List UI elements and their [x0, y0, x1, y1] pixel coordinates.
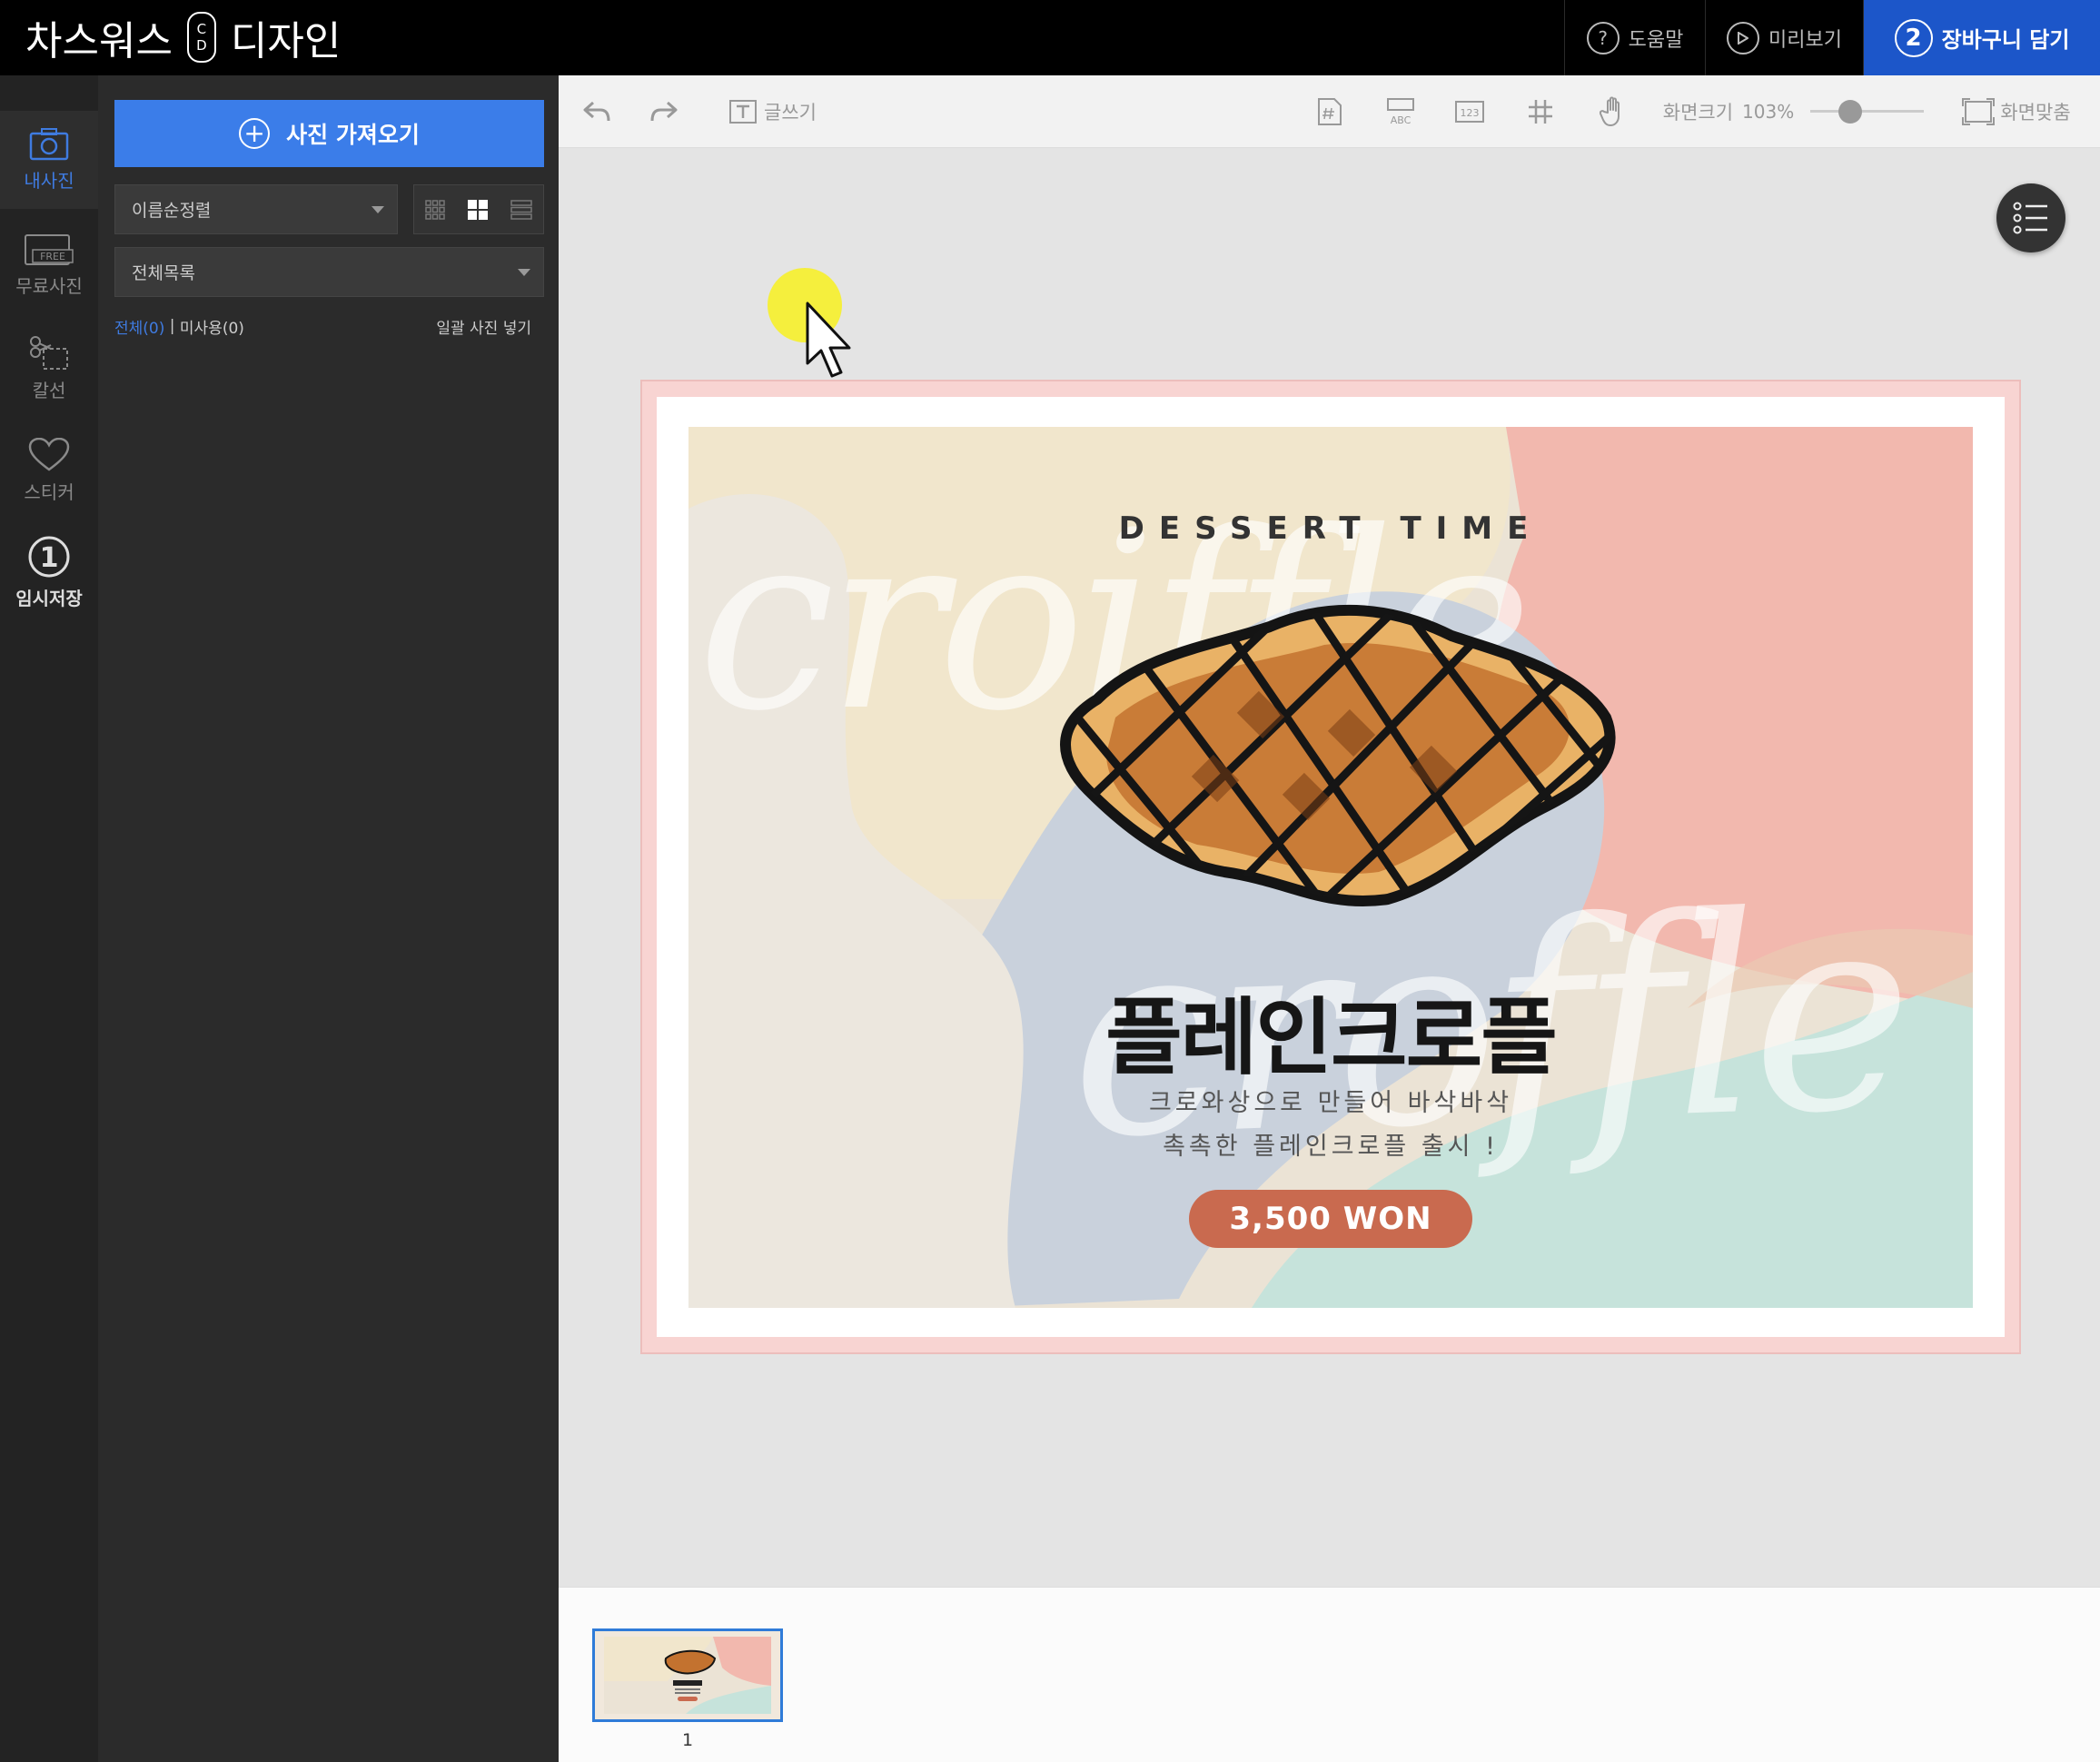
- rail-item-free-photos[interactable]: FREE 무료사진: [0, 214, 98, 312]
- pan-tool-button[interactable]: [1591, 75, 1635, 148]
- rail-item-temp-save[interactable]: 1 임시저장: [0, 523, 98, 621]
- design-description-line-1: 크로와상으로 만들어 바삭바삭: [1148, 1089, 1513, 1117]
- grid-toggle-button[interactable]: [1519, 75, 1562, 148]
- large-grid-view-icon[interactable]: [467, 199, 489, 221]
- folder-select[interactable]: 전체목록: [114, 247, 544, 297]
- page-thumbnail-preview: [595, 1631, 780, 1719]
- preview-button[interactable]: 미리보기: [1705, 0, 1863, 75]
- app-logo: 차스워스 CD 디자인: [25, 9, 341, 65]
- rail-label-free-photos: 무료사진: [15, 274, 83, 297]
- svg-text:ABC: ABC: [1391, 114, 1412, 126]
- page-strip: [559, 1587, 2100, 1762]
- plus-circle-icon: +: [239, 118, 271, 149]
- undo-icon: [583, 101, 610, 122]
- page-number-label: 1: [681, 1730, 694, 1750]
- heart-icon: [28, 437, 70, 471]
- photo-icon: [29, 127, 69, 160]
- fit-to-screen-label: 화면맞춤: [2000, 102, 2071, 124]
- step-two-icon: 2: [1894, 18, 1933, 57]
- redo-icon: [650, 101, 678, 122]
- zoom-slider-handle[interactable]: [1838, 100, 1862, 124]
- page-number-button[interactable]: [1308, 75, 1352, 148]
- layer-list-button[interactable]: [1996, 183, 2065, 252]
- zoom-readout: 화면크기 103%: [1660, 75, 1797, 148]
- abc-text-button[interactable]: ABC: [1377, 75, 1424, 148]
- design-description-line-2: 촉촉한 플레인크로플 출시 !: [1163, 1133, 1499, 1161]
- rail-label-sticker: 스티커: [24, 480, 74, 503]
- rail-label-cut-line: 칼선: [32, 379, 66, 401]
- logo-text-right: 디자인: [230, 18, 342, 64]
- fit-to-screen-button[interactable]: 화면맞춤: [1953, 75, 2080, 148]
- filter-unused-link[interactable]: 미사용(0): [180, 315, 244, 338]
- rail-item-cut-line[interactable]: 칼선: [0, 318, 98, 416]
- logo-cd-mark: CD: [186, 12, 216, 63]
- add-to-cart-button[interactable]: 2 장바구니 담기: [1863, 0, 2100, 75]
- small-grid-view-icon[interactable]: [425, 199, 445, 220]
- design-subtitle: DESSERT TIME: [1118, 510, 1543, 547]
- list-view-icon[interactable]: [510, 199, 532, 220]
- import-photos-button[interactable]: + 사진 가져오기: [114, 100, 544, 167]
- hand-icon: [1600, 96, 1620, 126]
- add-text-label: 글쓰기: [764, 102, 817, 124]
- undo-button[interactable]: [574, 75, 619, 148]
- play-icon: [1727, 21, 1760, 54]
- grid-hash-icon: [1529, 100, 1552, 124]
- rail-label-my-photos: 내사진: [24, 169, 74, 192]
- svg-text:123: 123: [1461, 107, 1480, 119]
- text-box-icon: [729, 100, 758, 124]
- preview-label: 미리보기: [1768, 28, 1842, 52]
- number-123-icon: 123: [1455, 101, 1484, 123]
- design-artwork[interactable]: croiffle DESSERT TIME croffle 플레인크로플 크로와…: [688, 427, 1973, 1308]
- scissors-icon: [30, 335, 68, 370]
- photo-filter-row: 전체(0) | 미사용(0) 일괄 사진 넣기: [114, 314, 544, 338]
- design-product-name: 플레인크로플: [1105, 989, 1558, 1086]
- page-thumbnail[interactable]: [592, 1628, 783, 1722]
- svg-text:1: 1: [40, 542, 59, 574]
- sort-select-value: 이름순정렬: [132, 201, 212, 221]
- chevron-down-icon: [518, 268, 530, 276]
- logo-text-left: 차스워스: [25, 18, 173, 64]
- free-photo-icon: FREE: [25, 233, 74, 265]
- question-icon: ?: [1586, 21, 1620, 54]
- add-to-cart-label: 장바구니 담기: [1941, 27, 2070, 53]
- mouse-cursor-icon: [806, 302, 851, 378]
- folder-select-value: 전체목록: [132, 263, 195, 283]
- rail-item-my-photos[interactable]: 내사진: [0, 111, 98, 209]
- zoom-value: 103%: [1742, 101, 1795, 123]
- list-icon: [2013, 202, 2047, 234]
- zoom-label: 화면크기: [1662, 102, 1734, 124]
- hash-page-icon: [1318, 98, 1342, 125]
- filter-all-link[interactable]: 전체(0): [114, 315, 164, 338]
- design-price-badge: 3,500 WON: [1189, 1190, 1472, 1248]
- number-button[interactable]: 123: [1446, 75, 1493, 148]
- step-one-icon: 1: [28, 536, 70, 577]
- abc-icon: ABC: [1387, 98, 1414, 126]
- chevron-down-icon: [371, 205, 384, 213]
- add-text-button[interactable]: 글쓰기: [718, 75, 827, 148]
- fit-screen-icon: [1962, 98, 1996, 125]
- rail-item-sticker[interactable]: 스티커: [0, 421, 98, 520]
- view-mode-toggle: [413, 184, 544, 234]
- sort-select[interactable]: 이름순정렬: [114, 184, 398, 234]
- bulk-insert-link[interactable]: 일괄 사진 넣기: [436, 315, 531, 338]
- filter-separator: |: [164, 317, 180, 335]
- rail-label-temp-save: 임시저장: [15, 587, 83, 609]
- zoom-slider-track[interactable]: [1810, 110, 1924, 113]
- svg-text:FREE: FREE: [40, 251, 65, 262]
- help-button[interactable]: ? 도움말: [1564, 0, 1705, 75]
- redo-button[interactable]: [641, 75, 687, 148]
- import-photos-label: 사진 가져오기: [286, 122, 420, 148]
- help-label: 도움말: [1628, 28, 1684, 52]
